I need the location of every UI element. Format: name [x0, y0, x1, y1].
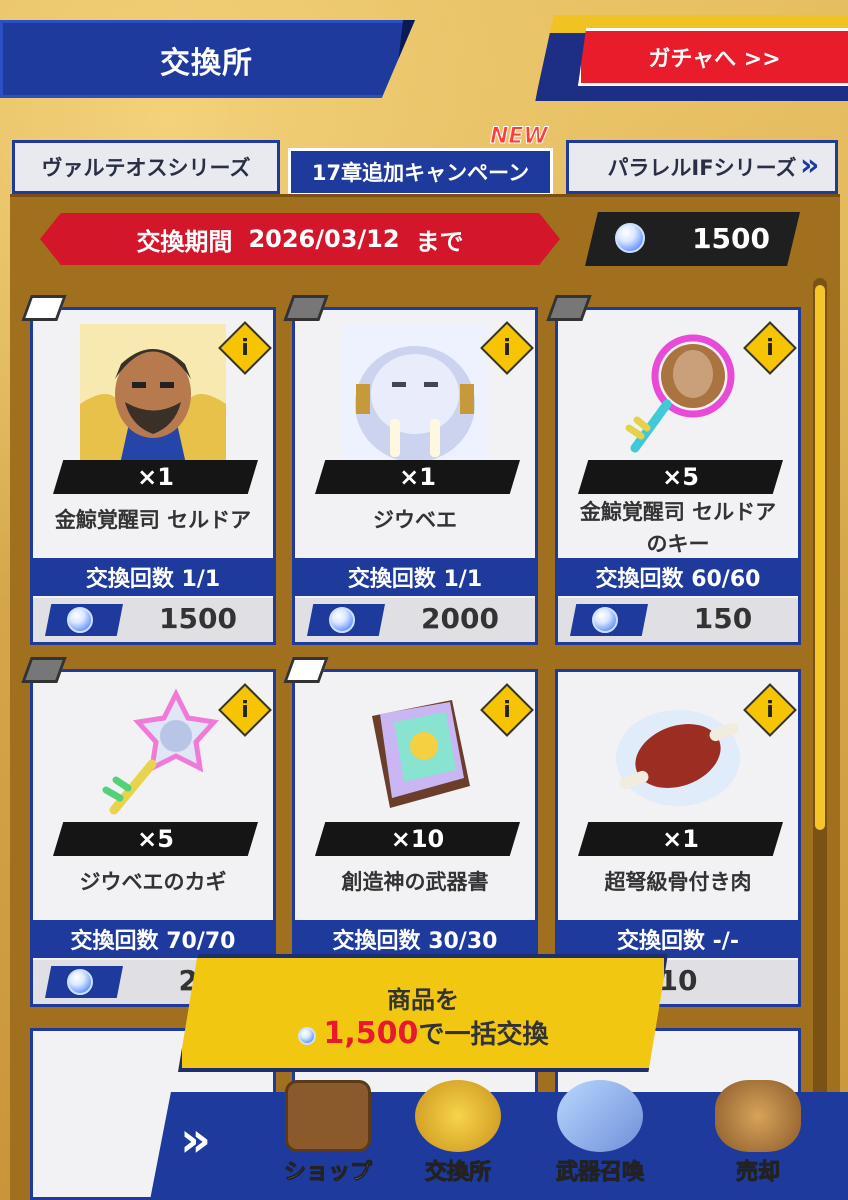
nav-sell[interactable]: 売却 — [698, 1080, 818, 1190]
item-name: 金鯨覚醒司 セルドア — [54, 508, 252, 532]
period-suffix: まで — [415, 227, 464, 256]
item-card[interactable]: ×1 ジウベエ 交換回数 1/1 2000 i — [283, 295, 538, 645]
new-badge: NEW — [490, 124, 549, 150]
item-quantity: ×1 — [578, 822, 783, 856]
tab-chapter17-campaign[interactable]: 17章追加キャンペーン — [288, 148, 553, 196]
gem-icon — [329, 607, 355, 633]
currency-balance: 1500 — [585, 212, 800, 266]
item-quantity: ×5 — [53, 822, 258, 856]
exchange-count: 交換回数 1/1 — [295, 558, 535, 596]
bulk-exchange-line1: 商品を — [387, 986, 459, 1014]
price-value: 150 — [693, 602, 753, 635]
bulk-exchange-button[interactable]: 商品を 1,500で一括交換 — [178, 954, 668, 1072]
bulk-exchange-line2: 1,500で一括交換 — [182, 1014, 664, 1051]
nav-label: ショップ — [283, 1160, 372, 1186]
item-quantity: ×5 — [578, 460, 783, 494]
gem-icon — [592, 607, 618, 633]
item-quantity: ×10 — [315, 822, 520, 856]
exchange-count: 交換回数 1/1 — [33, 558, 273, 596]
item-name: ジウベエのカギ — [79, 870, 227, 894]
nav-shop[interactable]: ショップ — [268, 1080, 388, 1190]
scrollbar-thumb[interactable] — [815, 285, 825, 830]
exchange-icon — [415, 1080, 501, 1152]
bulk-exchange-amount: 1,500 — [323, 1016, 419, 1051]
book-icon — [342, 686, 488, 826]
gem-icon — [67, 969, 93, 995]
shop-icon — [285, 1080, 371, 1152]
nav-label: 売却 — [735, 1160, 780, 1186]
item-price: 2000 — [295, 598, 535, 642]
item-card[interactable]: ×1 金鯨覚醒司 セルドア 交換回数 1/1 1500 i — [21, 295, 276, 645]
gacha-button[interactable]: ガチャへ >> — [578, 28, 848, 86]
period-date: 2026/03/12 — [248, 225, 400, 253]
exchange-count: 交換回数 30/30 — [295, 920, 535, 958]
item-name: 超弩級骨付き肉 — [604, 870, 752, 894]
exchange-count: 交換回数 60/60 — [558, 558, 798, 596]
item-quantity: ×1 — [53, 460, 258, 494]
exchange-count: 交換回数 -/- — [558, 920, 798, 958]
item-name: 金鯨覚醒司 セルドア のキー — [579, 500, 777, 556]
meat-icon — [605, 686, 751, 826]
item-price: 150 — [558, 598, 798, 642]
item-quantity: ×1 — [315, 460, 520, 494]
sell-icon — [715, 1080, 801, 1152]
weapon-summon-icon — [557, 1080, 643, 1152]
nav-label: 武器召喚 — [555, 1160, 644, 1186]
tab-next-arrow-icon[interactable]: » — [800, 148, 819, 183]
walrus-portrait-icon — [342, 324, 488, 464]
nav-label: 交換所 — [424, 1160, 491, 1186]
gem-icon — [67, 607, 93, 633]
exchange-count: 交換回数 70/70 — [33, 920, 273, 958]
star-key-icon — [80, 686, 226, 826]
item-card[interactable]: ×5 金鯨覚醒司 セルドア のキー 交換回数 60/60 150 i — [546, 295, 801, 645]
bulk-exchange-suffix: で一括交換 — [418, 1020, 549, 1050]
exchange-period-banner: 交換期間 2026/03/12 まで — [40, 213, 560, 265]
nav-exchange[interactable]: 交換所 — [398, 1080, 518, 1190]
item-name: 創造神の武器書 — [341, 870, 489, 894]
balance-amount: 1500 — [692, 222, 770, 255]
mirror-key-icon — [605, 324, 751, 464]
nav-weapon-summon[interactable]: 武器召喚 — [540, 1080, 660, 1190]
gem-icon — [297, 1026, 316, 1045]
gem-icon — [615, 223, 645, 253]
hero-portrait-icon — [80, 324, 226, 464]
item-price: 1500 — [33, 598, 273, 642]
double-chevron-right-icon[interactable]: » — [180, 1112, 211, 1168]
tab-parallel-if-series[interactable]: パラレルIFシリーズ — [566, 140, 838, 194]
price-value: 1500 — [159, 602, 237, 635]
page-title: 交換所 — [160, 46, 253, 81]
item-name: ジウベエ — [373, 508, 457, 532]
period-label: 交換期間 — [136, 227, 233, 256]
tab-valteos-series[interactable]: ヴァルテオスシリーズ — [12, 140, 280, 194]
price-value: 2000 — [421, 602, 499, 635]
